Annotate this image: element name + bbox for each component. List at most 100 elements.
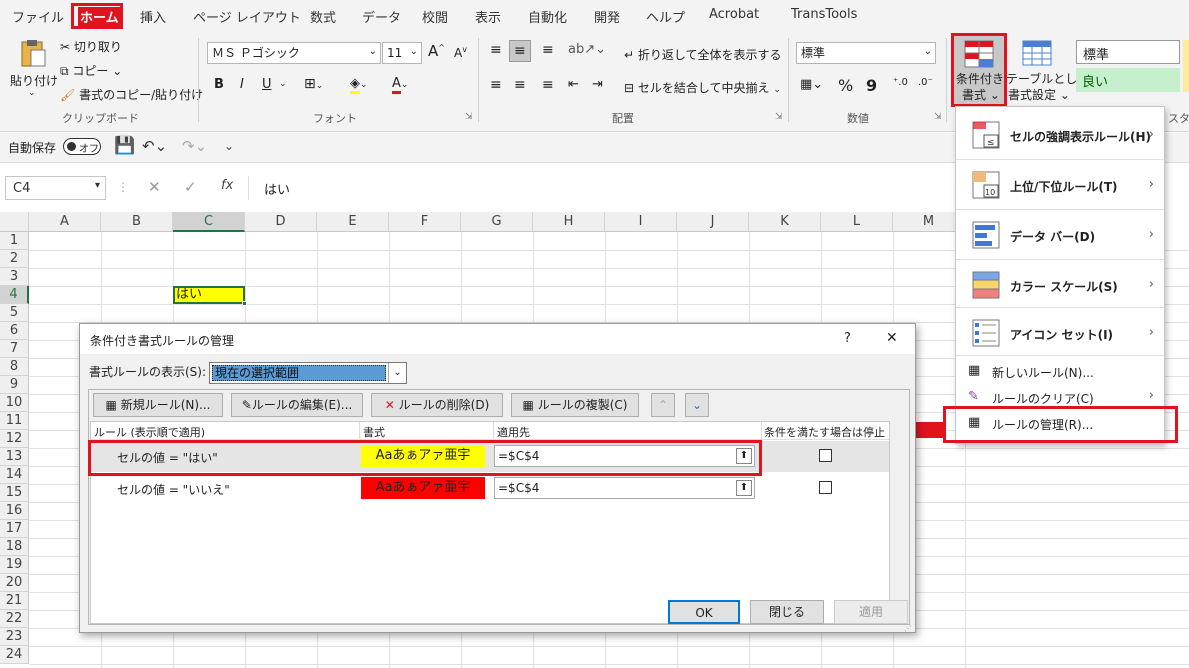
italic-button[interactable]: I [240, 77, 244, 92]
row-header[interactable]: 13 [0, 448, 29, 466]
insert-function-button[interactable]: fx [221, 178, 233, 193]
align-center-icon[interactable]: ≡ [514, 77, 526, 93]
font-size-select[interactable]: 11 ⌄ [382, 42, 422, 64]
show-rules-select[interactable]: 現在の選択範囲 ⌄ [209, 362, 407, 384]
rule-row[interactable]: セルの値 = "いいえ" Aaあぁアァ亜宇 =$C$4 ⬆ [91, 473, 889, 504]
close-icon[interactable]: ✕ [886, 330, 898, 346]
comma-button[interactable]: 9 [866, 76, 877, 95]
underline-button[interactable]: U [262, 77, 272, 92]
tab-transtools[interactable]: TransTools [791, 7, 857, 22]
row-header[interactable]: 1 [0, 232, 29, 250]
column-header[interactable]: J [677, 212, 749, 232]
tab-insert[interactable]: 挿入 [140, 7, 166, 26]
row-header[interactable]: 20 [0, 574, 29, 592]
row-header[interactable]: 8 [0, 358, 29, 376]
row-header[interactable]: 7 [0, 340, 29, 358]
fill-color-button[interactable]: ◈⌄ [350, 76, 368, 94]
row-header[interactable]: 5 [0, 304, 29, 322]
tab-help[interactable]: ヘルプ [646, 7, 685, 26]
column-header[interactable]: C [173, 212, 245, 232]
row-header[interactable]: 24 [0, 646, 29, 664]
row-header[interactable]: 4 [0, 286, 29, 304]
name-box[interactable]: C4 ▾ [5, 176, 106, 200]
cancel-icon[interactable]: ✕ [148, 178, 161, 196]
paste-button[interactable]: 貼り付け ⌄ [10, 38, 58, 100]
tab-developer[interactable]: 開発 [594, 7, 620, 26]
align-bottom-icon[interactable]: ≡ [542, 42, 554, 58]
help-button[interactable]: ? [844, 331, 851, 346]
row-header[interactable]: 9 [0, 376, 29, 394]
formula-input[interactable]: はい [264, 179, 290, 198]
font-color-button[interactable]: A⌄ [392, 76, 408, 94]
align-left-icon[interactable]: ≡ [490, 77, 502, 93]
format-as-table-button[interactable]: テーブルとして 書式設定 ⌄ [1006, 38, 1089, 102]
row-header[interactable]: 16 [0, 502, 29, 520]
applies-to-field[interactable]: =$C$4 ⬆ [494, 477, 755, 499]
row-header[interactable]: 12 [0, 430, 29, 448]
menu-item-data-bars[interactable]: データ バー(D) › [956, 213, 1164, 257]
tab-view[interactable]: 表示 [475, 7, 501, 26]
grow-font-button[interactable]: A^ [428, 42, 445, 60]
row-header[interactable]: 21 [0, 592, 29, 610]
increase-decimal-icon[interactable]: ⁺.0 [893, 77, 908, 88]
stop-if-true-checkbox[interactable] [819, 449, 832, 462]
menu-item-new-rule[interactable]: ▦ 新しいルール(N)... [956, 359, 1164, 383]
column-header[interactable]: A [29, 212, 101, 232]
enter-icon[interactable]: ✓ [184, 178, 197, 196]
delete-rule-button[interactable]: ✕ ルールの削除(D) [371, 393, 503, 417]
font-name-select[interactable]: ＭＳ Ｐゴシック ⌄ [207, 42, 381, 64]
row-header[interactable]: 11 [0, 412, 29, 430]
row-header[interactable]: 18 [0, 538, 29, 556]
resize-grip-icon[interactable]: ⋰ [904, 624, 912, 633]
fill-handle[interactable] [242, 301, 247, 306]
row-header[interactable]: 19 [0, 556, 29, 574]
row-header[interactable]: 17 [0, 520, 29, 538]
row-header[interactable]: 14 [0, 466, 29, 484]
undo-icon[interactable]: ↶⌄ [142, 137, 167, 155]
row-header[interactable]: 23 [0, 628, 29, 646]
tab-automate[interactable]: 自動化 [528, 7, 567, 26]
new-rule-button[interactable]: ▦ 新規ルール(N)... [93, 393, 223, 417]
redo-icon[interactable]: ↷⌄ [182, 137, 207, 155]
row-header[interactable]: 2 [0, 250, 29, 268]
percent-button[interactable]: % [838, 76, 853, 95]
tab-formulas[interactable]: 数式 [310, 7, 336, 26]
collapse-range-icon[interactable]: ⬆ [736, 480, 752, 496]
column-header[interactable]: L [821, 212, 893, 232]
column-header[interactable]: I [605, 212, 677, 232]
shrink-font-button[interactable]: Av [454, 45, 467, 60]
move-down-button[interactable]: ⌄ [685, 393, 709, 417]
row-header[interactable]: 15 [0, 484, 29, 502]
borders-button[interactable]: ⊞⌄ [304, 76, 323, 92]
tab-page-layout[interactable]: ページ レイアウト [193, 7, 301, 26]
accounting-format-icon[interactable]: ▦⌄ [800, 77, 823, 92]
row-header[interactable]: 10 [0, 394, 29, 412]
autosave-toggle[interactable]: オフ [63, 138, 101, 155]
style-normal[interactable]: 標準 [1076, 40, 1180, 64]
column-header[interactable]: E [317, 212, 389, 232]
decrease-indent-icon[interactable]: ⇤ [568, 77, 579, 92]
dialog-launcher-icon[interactable]: ⇲ [934, 112, 942, 122]
number-format-select[interactable]: 標準 ⌄ [796, 42, 936, 64]
select-all-corner[interactable] [0, 212, 29, 232]
menu-item-icon-sets[interactable]: アイコン セット(I) › [956, 311, 1164, 355]
dialog-launcher-icon[interactable]: ⇲ [775, 112, 783, 122]
duplicate-rule-button[interactable]: ▦ ルールの複製(C) [511, 393, 639, 417]
menu-item-color-scales[interactable]: カラー スケール(S) › [956, 263, 1164, 307]
style-good[interactable]: 良い [1076, 68, 1180, 92]
column-header[interactable]: D [245, 212, 317, 232]
merge-center-button[interactable]: ⊟ セルを結合して中央揃え ⌄ [624, 79, 781, 96]
row-header[interactable]: 6 [0, 322, 29, 340]
save-icon[interactable]: 💾 [114, 136, 135, 156]
align-top-icon[interactable]: ≡ [490, 42, 502, 58]
row-header[interactable]: 22 [0, 610, 29, 628]
tab-review[interactable]: 校閲 [422, 7, 448, 26]
row-header[interactable]: 3 [0, 268, 29, 286]
increase-indent-icon[interactable]: ⇥ [592, 77, 603, 92]
stop-if-true-checkbox[interactable] [819, 481, 832, 494]
menu-item-top-bottom-rules[interactable]: 10 上位/下位ルール(T) › [956, 163, 1164, 207]
format-painter-button[interactable]: 🖌 書式のコピー/貼り付け [60, 86, 203, 103]
column-header[interactable]: H [533, 212, 605, 232]
tab-file[interactable]: ファイル [12, 7, 64, 26]
menu-item-highlight-rules[interactable]: ≤ セルの強調表示ルール(H) › [956, 115, 1164, 157]
